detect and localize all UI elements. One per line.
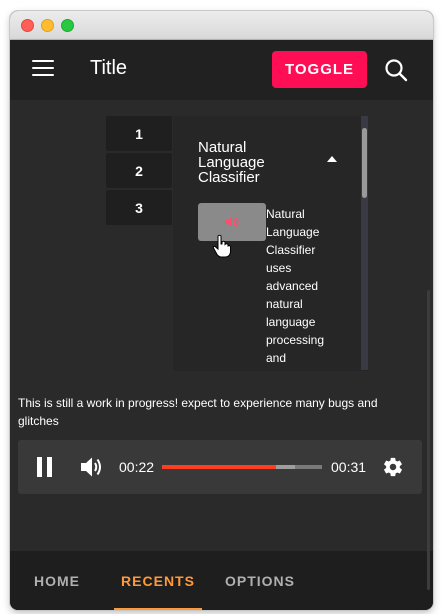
panel-thumbnail[interactable] bbox=[198, 203, 266, 241]
seek-progress bbox=[162, 465, 276, 469]
side-tab-list: 1 2 3 bbox=[106, 116, 172, 227]
total-time: 00:31 bbox=[331, 459, 367, 475]
app-window: Title TOGGLE 1 2 3 Natural Language Clas… bbox=[10, 11, 433, 610]
side-tab-3[interactable]: 3 bbox=[106, 190, 172, 225]
window-titlebar bbox=[10, 11, 433, 40]
window-maximize-button[interactable] bbox=[61, 19, 74, 32]
chevron-up-icon[interactable] bbox=[327, 156, 337, 162]
side-tab-1[interactable]: 1 bbox=[106, 116, 172, 151]
nav-recents[interactable]: RECENTS bbox=[114, 551, 202, 610]
hand-cursor-icon bbox=[212, 234, 231, 258]
speaker-icon bbox=[225, 217, 239, 227]
app-title: Title bbox=[90, 57, 128, 79]
current-time: 00:22 bbox=[119, 459, 155, 475]
seek-bar[interactable] bbox=[162, 465, 322, 469]
window-close-button[interactable] bbox=[21, 19, 34, 32]
panel-scrollbar[interactable] bbox=[361, 116, 368, 370]
panel-description: Natural Language Classifier uses advance… bbox=[266, 207, 325, 365]
audio-player: 00:22 00:31 bbox=[18, 440, 422, 494]
pause-icon[interactable] bbox=[37, 457, 53, 477]
page-scrollbar[interactable] bbox=[427, 290, 430, 590]
gear-icon[interactable] bbox=[382, 456, 404, 478]
window-minimize-button[interactable] bbox=[41, 19, 54, 32]
nav-home[interactable]: HOME bbox=[14, 551, 100, 610]
volume-icon[interactable] bbox=[80, 456, 104, 478]
side-tab-2[interactable]: 2 bbox=[106, 153, 172, 188]
toggle-button[interactable]: TOGGLE bbox=[272, 51, 367, 88]
nav-options[interactable]: OPTIONS bbox=[212, 551, 308, 610]
expansion-panel: Natural Language Classifier Natural Lang… bbox=[173, 116, 368, 371]
notice-text: This is still a work in progress! expect… bbox=[18, 396, 378, 428]
bottom-navigation: HOME RECENTS OPTIONS bbox=[10, 551, 433, 610]
main-content: 1 2 3 Natural Language Classifier Natura… bbox=[10, 100, 433, 371]
search-icon[interactable] bbox=[384, 58, 408, 82]
panel-scrollbar-thumb[interactable] bbox=[362, 128, 367, 198]
app-bar: Title TOGGLE bbox=[10, 40, 433, 100]
panel-title[interactable]: Natural Language Classifier bbox=[198, 140, 308, 185]
hamburger-menu-icon[interactable] bbox=[32, 60, 54, 78]
